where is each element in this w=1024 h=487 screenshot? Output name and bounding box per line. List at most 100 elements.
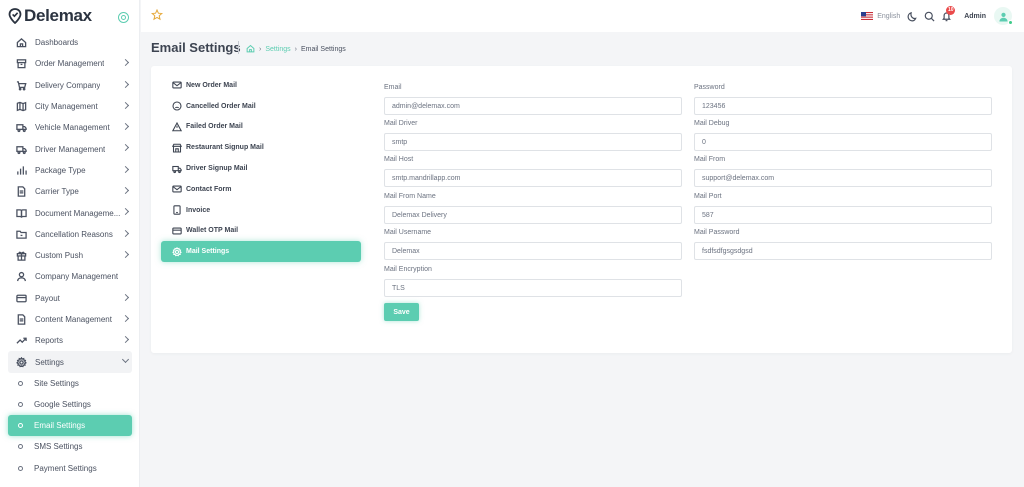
- sidebar-item-payout[interactable]: Payout: [8, 288, 132, 309]
- user-name[interactable]: Admin: [964, 13, 986, 20]
- mail-driver-field-group: Mail Driver smtp: [384, 120, 682, 151]
- mail-from-field-group: Mail From support@delemax.com: [694, 156, 992, 187]
- sidebar-subitem-payment-settings[interactable]: Payment Settings: [8, 458, 132, 479]
- tablet-icon: [171, 205, 182, 216]
- sidebar-item-company-management[interactable]: Company Management: [8, 266, 132, 287]
- mail-debug-input[interactable]: 0: [694, 133, 992, 151]
- notification-bell-icon[interactable]: 10: [941, 5, 956, 22]
- sidebar-subitem-label: Email Settings: [34, 421, 86, 431]
- mail-from-name-field-group: Mail From Name Delemax Delivery: [384, 193, 682, 224]
- mail-item-restaurant-signup[interactable]: Restaurant Signup Mail: [161, 137, 361, 158]
- mail-item-label: Mail Settings: [186, 248, 230, 256]
- sidebar-item-custom-push[interactable]: Custom Push: [8, 245, 132, 266]
- sidebar-item-label: Content Management: [35, 315, 112, 324]
- sidebar-item-vehicle-management[interactable]: Vehicle Management: [8, 117, 132, 138]
- moon-icon[interactable]: [907, 11, 918, 22]
- sidebar-item-label: Package Type: [35, 165, 86, 175]
- mail-encryption-field-group: Mail Encryption TLS: [384, 266, 682, 297]
- sidebar-item-content-management[interactable]: Content Management: [8, 309, 132, 330]
- mail-item-new-order[interactable]: New Order Mail: [161, 75, 361, 96]
- folder-icon: [16, 229, 27, 240]
- file-icon: [16, 186, 27, 197]
- sidebar-item-document-management[interactable]: Document Manageme...: [8, 202, 132, 223]
- language-selector[interactable]: English: [877, 13, 900, 20]
- chevron-right-icon: [121, 123, 130, 131]
- mail-from-name-input[interactable]: Delemax Delivery: [384, 206, 682, 224]
- email-input[interactable]: admin@delemax.com: [384, 97, 682, 115]
- search-icon[interactable]: [924, 11, 935, 22]
- sidebar-item-city-management[interactable]: City Management: [8, 96, 132, 117]
- mail-item-contact-form[interactable]: Contact Form: [161, 179, 361, 200]
- mail-item-mail-settings[interactable]: Mail Settings: [161, 241, 361, 263]
- mail-username-input[interactable]: Delemax: [384, 242, 682, 260]
- trend-icon: [16, 335, 27, 346]
- box-icon: [16, 58, 27, 69]
- bar-chart-icon: [16, 165, 27, 176]
- breadcrumb: › Settings › Email Settings: [246, 44, 346, 55]
- mail-debug-label: Mail Debug: [694, 120, 730, 127]
- sidebar-item-package-type[interactable]: Package Type: [8, 160, 132, 181]
- star-icon[interactable]: [151, 9, 163, 21]
- us-flag-icon[interactable]: [861, 12, 874, 20]
- mail-password-input[interactable]: fsdfsdfgsgsdgsd: [694, 242, 992, 260]
- sidebar-item-dashboards[interactable]: Dashboards: [8, 32, 132, 53]
- mail-driver-input[interactable]: smtp: [384, 133, 682, 151]
- sidebar-item-label: Dashboards: [35, 38, 79, 48]
- mail-host-input[interactable]: smtp.mandrillapp.com: [384, 169, 682, 187]
- mail-port-input[interactable]: 587: [694, 206, 992, 224]
- gear-icon: [16, 356, 27, 368]
- save-button[interactable]: Save: [384, 303, 419, 321]
- mail-template-list: New Order Mail Cancelled Order Mail Fail…: [161, 75, 361, 263]
- file-icon: [16, 314, 27, 325]
- sidebar-subitem-sms-settings[interactable]: SMS Settings: [8, 436, 132, 457]
- sidebar-item-driver-management[interactable]: Driver Management: [8, 138, 132, 159]
- mail-encryption-input[interactable]: TLS: [384, 279, 682, 297]
- sidebar-subitem-label: SMS Settings: [34, 442, 83, 452]
- chevron-right-icon: [121, 293, 130, 301]
- mail-item-invoice[interactable]: Invoice: [161, 200, 361, 221]
- mail-item-driver-signup[interactable]: Driver Signup Mail: [161, 158, 361, 179]
- mail-password-field-group: Mail Password fsdfsdfgsgsdgsd: [694, 229, 992, 260]
- mail-item-label: Contact Form: [186, 185, 232, 193]
- sidebar-subitem-google-settings[interactable]: Google Settings: [8, 394, 132, 415]
- location-pin-icon: [8, 8, 22, 24]
- brand-logo[interactable]: Delemax: [8, 5, 92, 27]
- email-settings-card: New Order Mail Cancelled Order Mail Fail…: [151, 66, 1012, 353]
- avatar[interactable]: [994, 7, 1013, 25]
- sidebar-item-reports[interactable]: Reports: [8, 330, 132, 351]
- mail-item-cancelled-order[interactable]: Cancelled Order Mail: [161, 96, 361, 117]
- sidebar-subitem-email-settings[interactable]: Email Settings: [8, 415, 132, 437]
- mail-from-input[interactable]: support@delemax.com: [694, 169, 992, 187]
- mail-icon: [171, 80, 182, 91]
- chevron-right-icon: [121, 229, 130, 237]
- sidebar-item-cancellation-reasons[interactable]: Cancellation Reasons: [8, 224, 132, 245]
- circle-bullet-icon: [18, 402, 23, 408]
- warning-icon: [171, 121, 182, 132]
- mail-item-label: Driver Signup Mail: [186, 165, 248, 173]
- home-icon[interactable]: [246, 44, 255, 55]
- sidebar-item-label: Vehicle Management: [35, 123, 110, 133]
- sidebar-toggle-button[interactable]: [118, 12, 129, 23]
- mail-item-wallet-otp[interactable]: Wallet OTP Mail: [161, 221, 361, 242]
- gift-icon: [16, 250, 27, 261]
- sidebar-subitem-site-settings[interactable]: Site Settings: [8, 373, 132, 394]
- sidebar-item-label: Carrier Type: [35, 187, 79, 197]
- breadcrumb-link-settings[interactable]: Settings: [265, 46, 290, 53]
- mail-host-field-group: Mail Host smtp.mandrillapp.com: [384, 156, 682, 187]
- sidebar-menu: Dashboards Order Management Delivery Com…: [8, 32, 132, 479]
- mail-from-name-label: Mail From Name: [384, 193, 436, 200]
- sidebar-item-delivery-company[interactable]: Delivery Company: [8, 75, 132, 96]
- mail-item-failed-order[interactable]: Failed Order Mail: [161, 117, 361, 138]
- mail-port-label: Mail Port: [694, 193, 722, 200]
- password-input[interactable]: 123456: [694, 97, 992, 115]
- sidebar-item-order-management[interactable]: Order Management: [8, 53, 132, 74]
- mail-username-label: Mail Username: [384, 229, 432, 236]
- chevron-right-icon: [121, 80, 130, 88]
- toggle-circle-icon: [121, 15, 126, 20]
- sidebar-item-label: Custom Push: [35, 251, 84, 261]
- sidebar-item-label: Reports: [35, 336, 64, 346]
- sidebar-item-carrier-type[interactable]: Carrier Type: [8, 181, 132, 202]
- sidebar-item-settings[interactable]: Settings: [8, 351, 132, 373]
- sidebar-subitem-label: Google Settings: [34, 400, 91, 410]
- sidebar-subitem-label: Payment Settings: [34, 463, 97, 473]
